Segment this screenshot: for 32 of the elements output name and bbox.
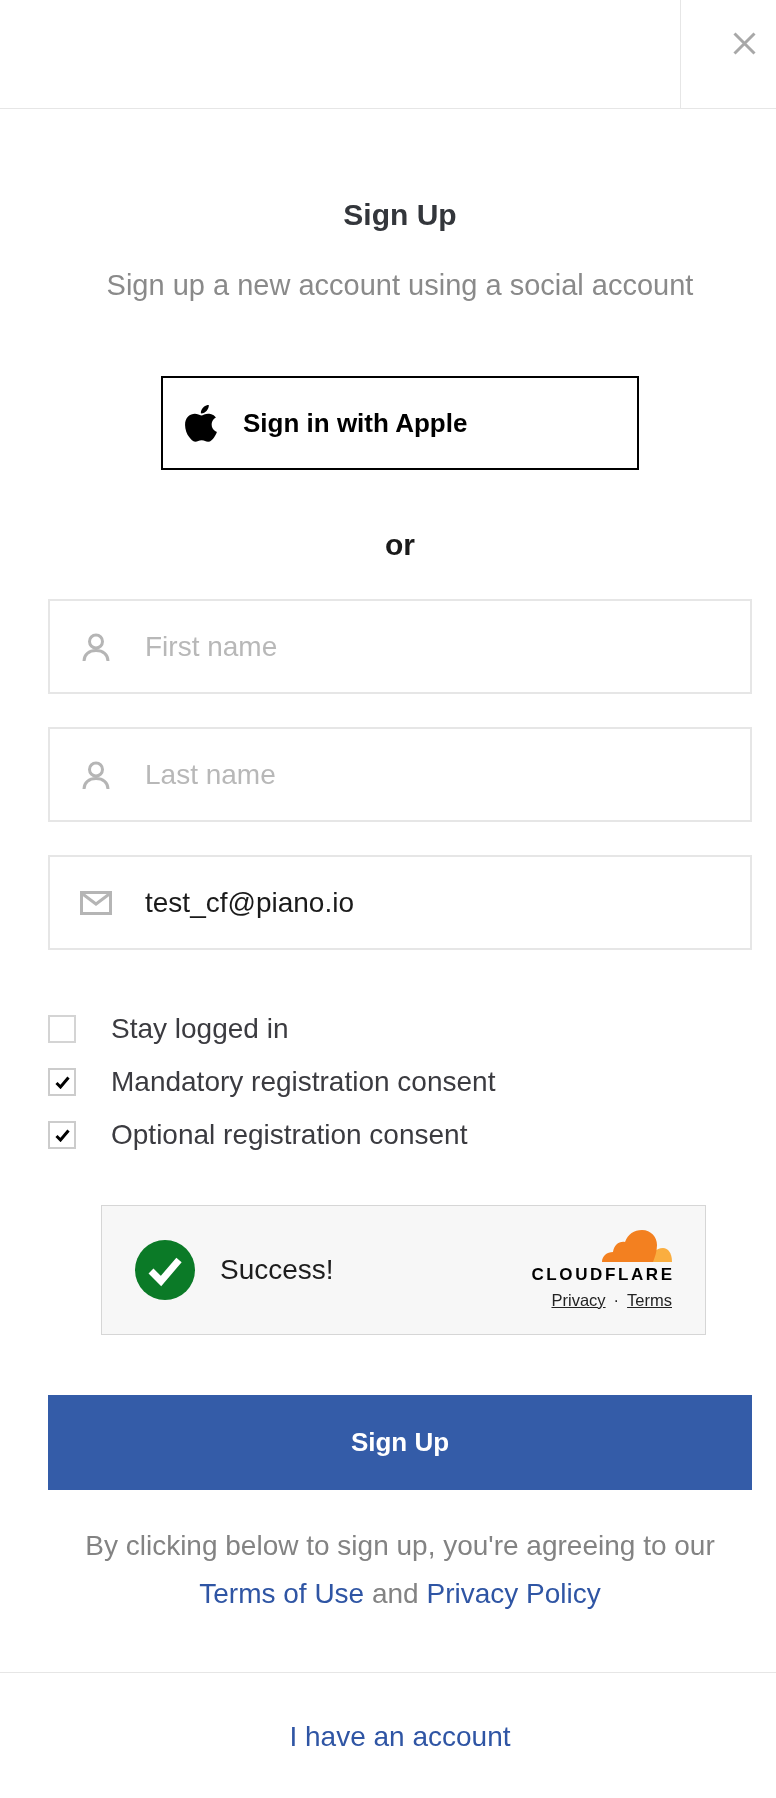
mail-icon	[80, 890, 112, 915]
name-field[interactable]: Last name	[48, 727, 752, 822]
status-text: Success!	[220, 1253, 334, 1287]
brand-wordmark: CLOUDFLARE	[531, 1266, 675, 1284]
checkbox-label[interactable]: Optional registration consent	[111, 1118, 468, 1152]
agreement-text: By clicking below to sign up, you're agreeing to our Terms of Use and Privacy Policy	[84, 1529, 716, 1611]
link-separator: ·	[613, 1290, 620, 1310]
name-field[interactable]: First name	[48, 599, 752, 694]
checkbox-label[interactable]: Stay logged in	[111, 1012, 289, 1046]
privacy-link[interactable]: Privacy Policy	[426, 1578, 601, 1609]
apple-sign-in-button[interactable]: Sign in with Apple	[161, 376, 639, 470]
success-check-icon	[135, 1240, 195, 1300]
checkmark-icon	[54, 1075, 70, 1089]
terms-link[interactable]: Terms	[627, 1290, 672, 1310]
or-separator-text: or	[384, 527, 416, 563]
checkbox[interactable]	[48, 1068, 76, 1096]
email-field[interactable]: test_cf@piano.io	[48, 855, 752, 950]
checkbox-label[interactable]: Mandatory registration consent	[111, 1065, 496, 1099]
terms-link[interactable]: Terms of Use	[199, 1578, 365, 1609]
checkbox[interactable]	[48, 1015, 76, 1043]
subtitle-text: Sign up a new account using a social account	[105, 268, 695, 302]
page-title: Sign Up	[342, 197, 458, 233]
checkbox[interactable]	[48, 1121, 76, 1149]
cloud-logo-icon	[602, 1230, 672, 1262]
login-link[interactable]: I have an account	[289, 1721, 511, 1752]
person-icon	[82, 760, 110, 789]
apple-logo-icon	[185, 404, 217, 442]
person-icon	[82, 632, 110, 661]
sign-up-button[interactable]: Sign Up	[48, 1395, 752, 1490]
checkmark-icon	[54, 1128, 70, 1142]
close-icon	[733, 32, 756, 55]
privacy-link[interactable]: Privacy	[551, 1290, 606, 1310]
